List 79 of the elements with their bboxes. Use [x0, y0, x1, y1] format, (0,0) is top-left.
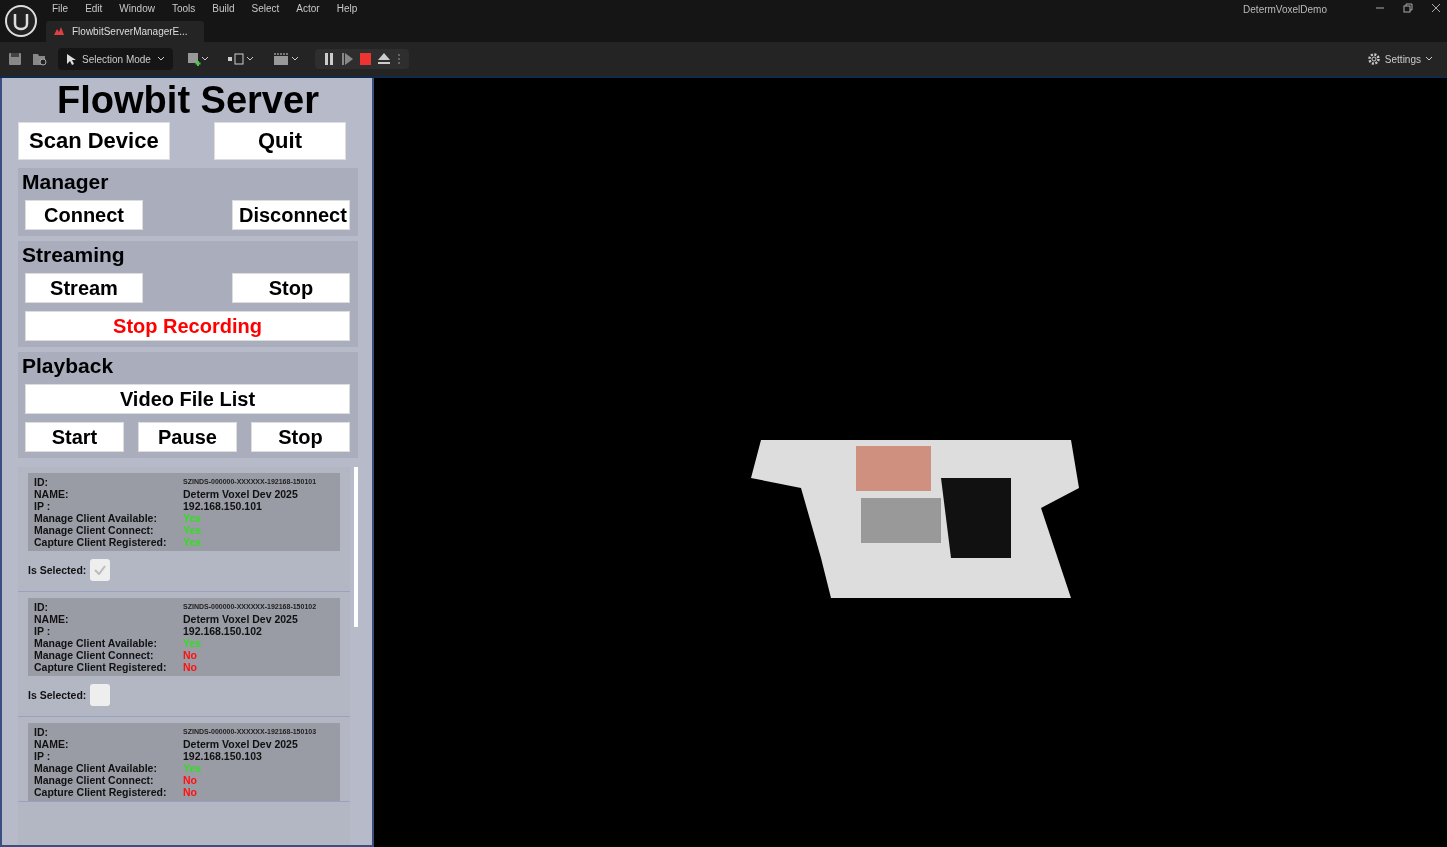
- settings-button[interactable]: Settings: [1360, 51, 1439, 67]
- panel-button[interactable]: Stop: [251, 422, 350, 452]
- close-icon[interactable]: [1431, 3, 1441, 13]
- field-value: No: [183, 786, 198, 798]
- field-value: Determ Voxel Dev 2025: [183, 738, 299, 750]
- field-value: Determ Voxel Dev 2025: [183, 488, 299, 500]
- field-label: Manage Client Connect:: [34, 524, 155, 536]
- field-value: Yes: [183, 512, 203, 524]
- eject-icon[interactable]: [376, 52, 391, 66]
- menu-item[interactable]: Build: [206, 3, 246, 15]
- panel-button[interactable]: Scan Device: [18, 122, 170, 160]
- section-title: Streaming: [22, 243, 126, 267]
- menu-item[interactable]: Help: [330, 3, 369, 15]
- field-label: Manage Client Connect:: [34, 774, 155, 786]
- field-value: Yes: [183, 637, 203, 649]
- folder-search-icon[interactable]: [32, 52, 48, 66]
- panel-button[interactable]: Stop: [232, 273, 350, 303]
- field-value: 192.168.150.102: [183, 625, 263, 637]
- field-label: NAME:: [34, 613, 70, 625]
- field-value: Yes: [183, 762, 203, 774]
- menu-item[interactable]: Actor: [290, 3, 331, 15]
- document-tab[interactable]: FlowbitServerManagerE...: [46, 20, 204, 42]
- field-value: No: [183, 649, 198, 661]
- menu-item[interactable]: Select: [245, 3, 291, 15]
- field-value: 192.168.150.103: [183, 750, 263, 762]
- panel-button[interactable]: Pause: [138, 422, 237, 452]
- field-label: IP :: [34, 500, 52, 512]
- checkmark-icon: [94, 565, 107, 575]
- panel-button[interactable]: Quit: [214, 122, 346, 160]
- save-icon[interactable]: [8, 52, 22, 66]
- panel-button[interactable]: Stop Recording: [25, 311, 350, 341]
- project-title: DetermVoxelDemo: [1243, 4, 1327, 17]
- panel-button[interactable]: Disconnect: [232, 200, 350, 230]
- logo-icon: [4, 4, 38, 38]
- step-icon[interactable]: [340, 52, 353, 66]
- menu-item[interactable]: Tools: [165, 3, 207, 15]
- field-label: Manage Client Available:: [34, 762, 158, 774]
- field-label: Manage Client Available:: [34, 512, 158, 524]
- field-value: Yes: [183, 524, 203, 536]
- menu-item[interactable]: Edit: [79, 3, 114, 15]
- field-value: No: [183, 774, 198, 786]
- chevron-icon: [156, 56, 165, 62]
- field-label: IP :: [34, 625, 52, 637]
- field-label: Manage Client Connect:: [34, 649, 155, 661]
- field-label: Capture Client Registered:: [34, 786, 168, 798]
- checkbox[interactable]: [90, 684, 111, 706]
- selection-mode-button[interactable]: Selection Mode: [58, 48, 173, 70]
- field-value: Yes: [183, 536, 203, 548]
- field-label: ID:: [34, 601, 49, 613]
- checkbox-label: Is Selected:: [28, 564, 87, 576]
- field-label: ID:: [34, 726, 49, 738]
- panel-button[interactable]: Connect: [25, 200, 143, 230]
- checkbox-label: Is Selected:: [28, 689, 87, 701]
- field-label: Capture Client Registered:: [34, 536, 168, 548]
- panel-title: Flowbit Server: [56, 78, 320, 122]
- stop-icon[interactable]: [358, 52, 371, 66]
- chevron-icon: [1425, 56, 1433, 62]
- scrollbar[interactable]: [354, 467, 358, 627]
- menu-item[interactable]: File: [46, 3, 80, 15]
- checkbox[interactable]: [90, 559, 111, 581]
- section-title: Playback: [22, 354, 115, 378]
- field-label: Capture Client Registered:: [34, 661, 168, 673]
- field-value: 192.168.150.101: [183, 500, 263, 512]
- field-label: NAME:: [34, 488, 70, 500]
- field-value: Determ Voxel Dev 2025: [183, 613, 299, 625]
- settings-icon: [1366, 52, 1381, 66]
- panel-button[interactable]: Video File List: [25, 384, 350, 414]
- field-label: IP :: [34, 750, 52, 762]
- cursor-icon: [66, 53, 76, 65]
- pause-icon[interactable]: [322, 52, 335, 66]
- panel-button[interactable]: Stream: [25, 273, 143, 303]
- menu-item[interactable]: Window: [113, 3, 166, 15]
- field-label: NAME:: [34, 738, 70, 750]
- section-title: Manager: [22, 170, 110, 194]
- panel-button[interactable]: Start: [25, 422, 124, 452]
- field-label: ID:: [34, 476, 49, 488]
- field-label: Manage Client Available:: [34, 637, 158, 649]
- field-value: No: [183, 661, 198, 673]
- restore-icon[interactable]: [1403, 3, 1413, 13]
